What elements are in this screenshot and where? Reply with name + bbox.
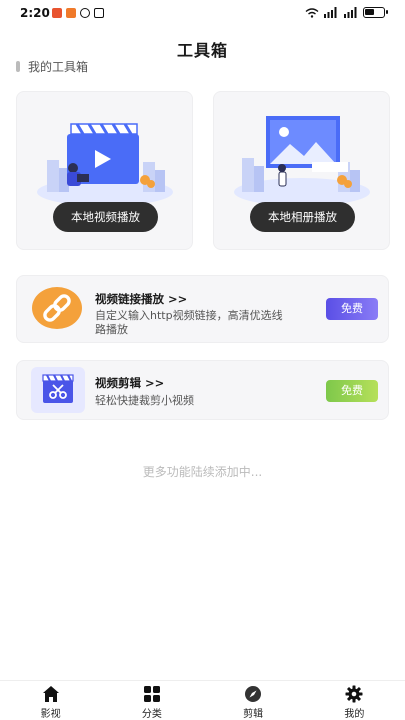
status-right [305, 7, 388, 18]
wifi-icon [305, 7, 319, 18]
local-video-play-button[interactable]: 本地视频播放 [53, 202, 158, 232]
local-video-card[interactable]: 本地视频播放 [16, 91, 193, 250]
tab-home[interactable]: 影视 [0, 681, 101, 720]
section-marker [16, 61, 20, 72]
status-bar: 2:20 [0, 0, 405, 26]
video-link-title: 视频链接播放 >> [95, 292, 188, 306]
video-illustration [37, 123, 173, 205]
link-icon [32, 287, 82, 329]
battery-icon [363, 7, 388, 18]
status-time: 2:20 [20, 6, 50, 20]
free-badge[interactable]: 免费 [326, 380, 378, 402]
notification-icons [52, 8, 104, 18]
video-edit-title: 视频剪辑 >> [95, 376, 165, 390]
video-link-desc: 自定义输入http视频链接，高清优选线路播放 [95, 309, 283, 336]
mute-icon [94, 8, 104, 18]
tab-label: 剪辑 [243, 709, 264, 720]
app-notification-icon [66, 8, 76, 18]
section-header: 我的工具箱 [16, 58, 88, 75]
video-edit-icon [31, 367, 85, 413]
gear-icon [345, 685, 363, 703]
tab-category[interactable]: 分类 [101, 681, 202, 720]
local-album-card[interactable]: 本地相册播放 [213, 91, 390, 250]
alarm-icon [80, 8, 90, 18]
tab-edit[interactable]: 剪辑 [203, 681, 304, 720]
tab-mine[interactable]: 我的 [304, 681, 405, 720]
tab-label: 影视 [40, 709, 61, 720]
grid-icon [143, 686, 160, 702]
free-badge[interactable]: 免费 [326, 298, 378, 320]
tab-label: 我的 [344, 709, 365, 720]
more-features-hint: 更多功能陆续添加中... [142, 465, 263, 479]
signal-icon [344, 7, 357, 18]
section-title: 我的工具箱 [28, 60, 89, 74]
video-edit-card[interactable]: 视频剪辑 >> 轻松快捷裁剪小视频 免费 [16, 360, 389, 420]
photo-illustration [234, 116, 370, 205]
bottom-tab-bar: 影视 分类 剪辑 我的 [0, 680, 405, 720]
app-notification-icon [52, 8, 62, 18]
local-album-play-button[interactable]: 本地相册播放 [250, 202, 355, 232]
video-edit-desc: 轻松快捷裁剪小视频 [95, 394, 194, 407]
video-link-play-card[interactable]: 视频链接播放 >> 自定义输入http视频链接，高清优选线路播放 免费 [16, 275, 389, 343]
tab-label: 分类 [141, 709, 162, 720]
compass-icon [245, 686, 262, 702]
signal-icon [324, 7, 337, 18]
home-icon [42, 686, 59, 702]
